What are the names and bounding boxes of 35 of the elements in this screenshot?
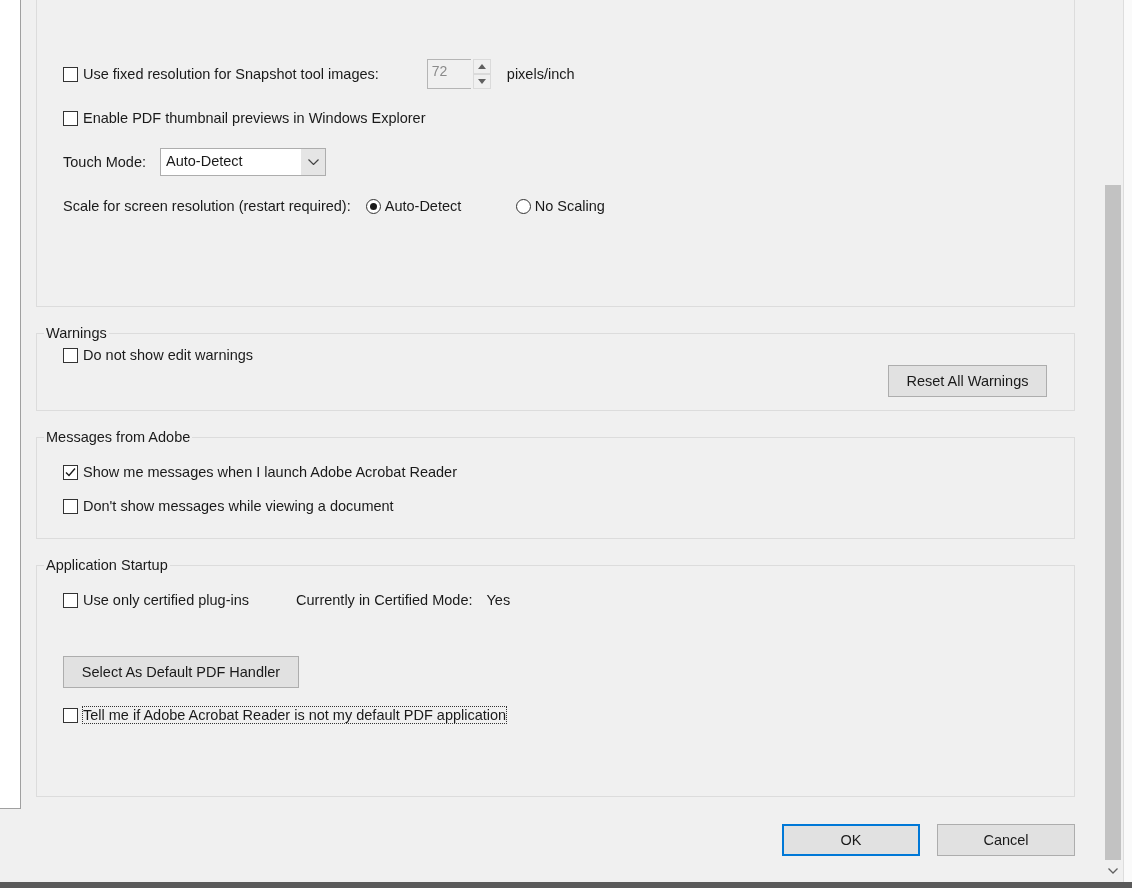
checkbox[interactable] — [63, 592, 78, 608]
group-title: Application Startup — [45, 557, 169, 573]
ok-button[interactable]: OK — [782, 824, 920, 856]
checkbox[interactable] — [63, 464, 78, 480]
touch-mode-dropdown[interactable]: Auto-Detect — [160, 148, 327, 176]
checkbox-label[interactable]: Show me messages when I launch Adobe Acrobat Reader — [83, 464, 457, 480]
radio-label[interactable]: Auto-Detect — [384, 198, 462, 214]
checkbox[interactable] — [63, 110, 78, 126]
chevron-down-icon — [307, 159, 319, 165]
status-label: Currently in Certified Mode: — [296, 592, 473, 608]
checkbox-label[interactable]: Tell me if Adobe Acrobat Reader is not my default PDF application — [83, 707, 507, 723]
radio-button[interactable] — [515, 198, 531, 214]
checkbox[interactable] — [63, 707, 78, 723]
spin-buttons[interactable] — [472, 59, 491, 89]
cancel-button[interactable]: Cancel — [937, 824, 1075, 856]
reset-warnings-button[interactable]: Reset All Warnings — [888, 365, 1047, 397]
checkbox-label[interactable]: Don't show messages while viewing a document — [83, 498, 394, 514]
default-handler-button[interactable]: Select As Default PDF Handler — [63, 656, 299, 688]
radio-label[interactable]: No Scaling — [534, 198, 605, 214]
checkbox-label[interactable]: Do not show edit warnings — [83, 347, 254, 363]
group-title: Warnings — [45, 325, 108, 341]
scale-label: Scale for screen resolution (restart required): — [63, 198, 351, 214]
checkbox-label[interactable]: Use only certified plug-ins — [83, 592, 250, 608]
down-arrow-icon — [477, 79, 486, 84]
unit-label: pixels/inch — [506, 66, 575, 82]
checkmark-icon — [65, 466, 76, 478]
up-arrow-icon — [477, 64, 486, 69]
checkbox-label[interactable]: Enable PDF thumbnail previews in Windows Explorer — [83, 110, 426, 126]
group-title: Messages from Adobe — [45, 429, 192, 445]
checkbox[interactable] — [63, 498, 78, 514]
radio-button[interactable] — [365, 198, 381, 214]
checkbox[interactable] — [63, 347, 78, 363]
touch-mode-label: Touch Mode: — [63, 154, 147, 170]
status-value: Yes — [486, 592, 511, 608]
scrollbar-thumb[interactable] — [1105, 185, 1121, 860]
